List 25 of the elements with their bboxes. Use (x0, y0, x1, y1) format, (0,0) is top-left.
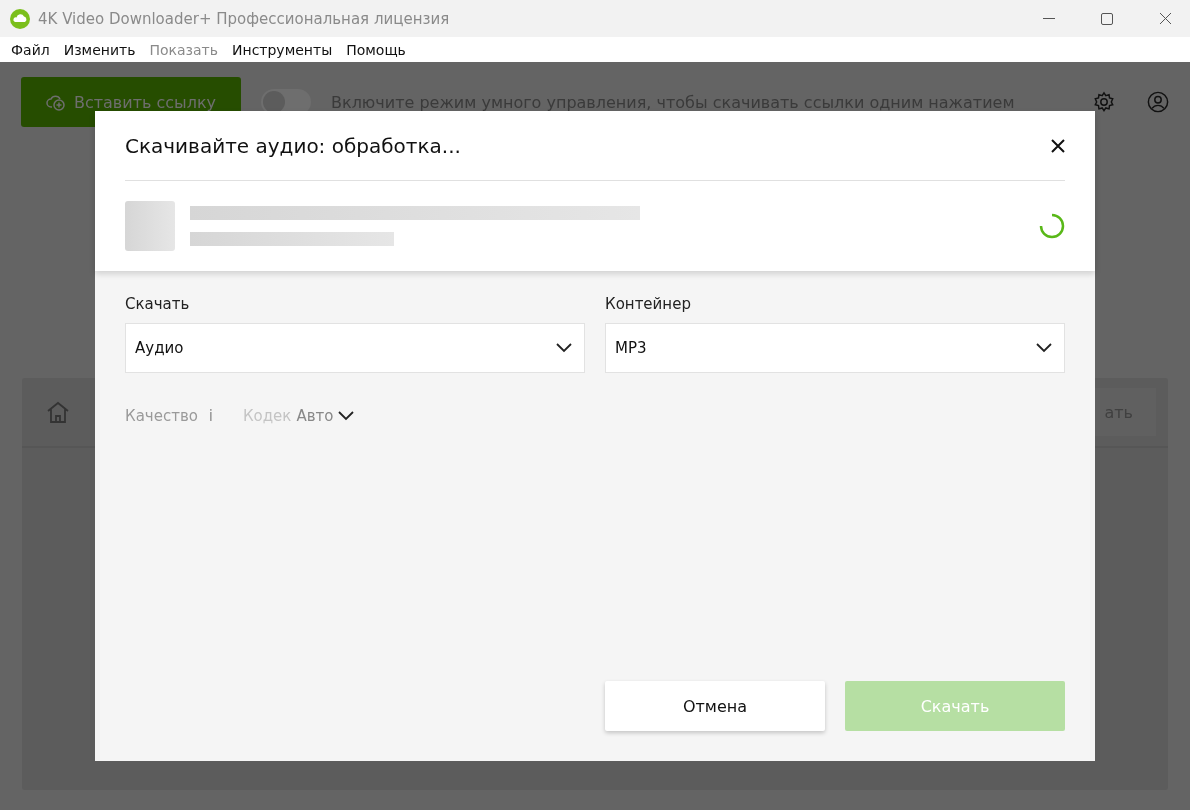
field-label: Контейнер (605, 295, 692, 313)
maximize-icon[interactable] (1101, 12, 1113, 25)
menu-item[interactable]: Инструменты (225, 41, 340, 58)
field-label: Скачать (125, 295, 191, 313)
chevron-down-icon (556, 343, 572, 353)
thumbnail-placeholder (125, 201, 175, 251)
close-icon[interactable] (1051, 138, 1065, 153)
settings-icon[interactable] (1093, 91, 1115, 113)
menu-item[interactable]: Помощь (339, 41, 413, 58)
loading-spinner-icon (1039, 213, 1065, 239)
chevron-down-icon (1036, 343, 1052, 353)
window-title: 4K Video Downloader+ Профессиональная лицензия (38, 9, 451, 28)
minimize-icon[interactable] (1043, 17, 1055, 20)
menu-item[interactable]: Файл (4, 41, 57, 58)
close-icon[interactable] (1158, 12, 1172, 25)
quality-label: Качество i (125, 407, 213, 425)
menu-item[interactable]: Изменить (56, 41, 143, 58)
cancel-button[interactable]: Отмена (605, 681, 825, 731)
dropdown-field[interactable]: Аудио (125, 323, 585, 373)
dropdown-field[interactable]: MP3 (605, 323, 1065, 373)
dialog-title: Скачивайте аудио: обработка... (125, 133, 461, 158)
cloud-plus-icon (45, 93, 66, 111)
user-icon[interactable] (1147, 91, 1169, 113)
app-logo-icon (10, 8, 30, 29)
chevron-down-icon (338, 411, 355, 421)
